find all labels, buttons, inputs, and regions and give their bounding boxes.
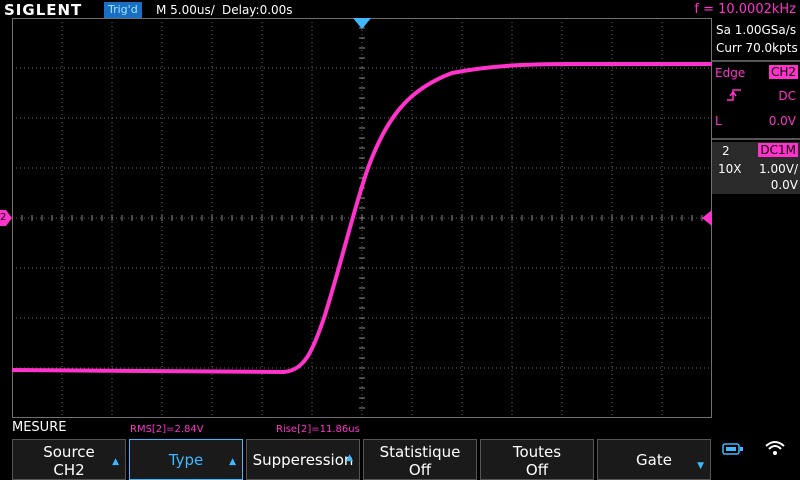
- arrow-up-icon: ▲: [346, 453, 353, 463]
- softkey-value: Off: [525, 461, 549, 479]
- frequency-counter: f = 10.0002kHz: [694, 2, 796, 17]
- arrow-down-icon: ▼: [697, 461, 704, 471]
- probe-ratio: 10X: [718, 162, 742, 176]
- channel-coupling: DC1M: [758, 143, 798, 157]
- trigger-position-icon[interactable]: [353, 18, 371, 30]
- channel-marker-label: 2: [0, 212, 7, 223]
- arrow-up-icon: ▲: [229, 457, 236, 467]
- trigger-level-value: 0.0V: [768, 114, 796, 128]
- source-softkey[interactable]: Source CH2 ▲: [12, 439, 126, 480]
- divider: [712, 60, 800, 62]
- memory-depth: Curr 70.0kpts: [716, 41, 798, 55]
- rising-edge-icon: [727, 89, 741, 101]
- softkey-label: Statistique: [379, 443, 461, 461]
- trigger-type: Edge: [715, 66, 746, 80]
- channel-2-panel[interactable]: 2 DC1M 10X 1.00V/ 0.0V: [712, 142, 800, 194]
- status-icons: [713, 439, 800, 480]
- softkey-value: Off: [408, 461, 432, 479]
- softkey-label: Source: [43, 443, 95, 461]
- suppression-softkey[interactable]: Supperession ▲: [246, 439, 360, 480]
- trigger-level-icon[interactable]: [702, 210, 712, 226]
- trigger-status-badge: Trig'd: [104, 2, 142, 18]
- channel-number: 2: [722, 144, 730, 158]
- channel-2-marker[interactable]: 2: [0, 210, 12, 226]
- usb-icon: [722, 443, 743, 455]
- delay-readout: Delay:0.00s: [222, 3, 293, 17]
- waveform-display: [12, 18, 712, 418]
- softkey-label: Supperession: [252, 451, 354, 469]
- measure-title: MESURE: [12, 420, 67, 435]
- trigger-coupling: DC: [778, 89, 796, 103]
- sample-rate: Sa 1.00GSa/s: [716, 23, 797, 37]
- gate-softkey[interactable]: Gate ▼: [597, 439, 711, 480]
- softkey-label: Gate: [636, 451, 672, 469]
- vertical-offset: 0.0V: [770, 178, 798, 192]
- softkey-value: CH2: [53, 461, 85, 479]
- arrow-up-icon: ▲: [112, 457, 119, 467]
- waveform-grid[interactable]: [12, 18, 712, 418]
- wifi-icon: [765, 441, 785, 455]
- softkey-label: Type: [168, 451, 204, 469]
- measurement-rms: RMS[2]=2.84V: [130, 424, 204, 435]
- trigger-source: CH2: [768, 65, 798, 79]
- timebase-readout: M 5.00us/: [156, 3, 215, 17]
- type-softkey[interactable]: Type ▲: [129, 439, 243, 480]
- vertical-scale: 1.00V/: [759, 162, 798, 176]
- all-measure-softkey[interactable]: Toutes Off: [480, 439, 594, 480]
- softkey-label: Toutes: [512, 443, 562, 461]
- measurement-rise: Rise[2]=11.86us: [276, 424, 360, 435]
- statistics-softkey[interactable]: Statistique Off: [363, 439, 477, 480]
- divider: [712, 138, 800, 140]
- info-panel: Sa 1.00GSa/s Curr 70.0kpts Edge CH2 DC L…: [712, 20, 800, 420]
- trigger-level-label: L: [715, 114, 722, 128]
- brand-logo: SIGLENT: [4, 1, 83, 19]
